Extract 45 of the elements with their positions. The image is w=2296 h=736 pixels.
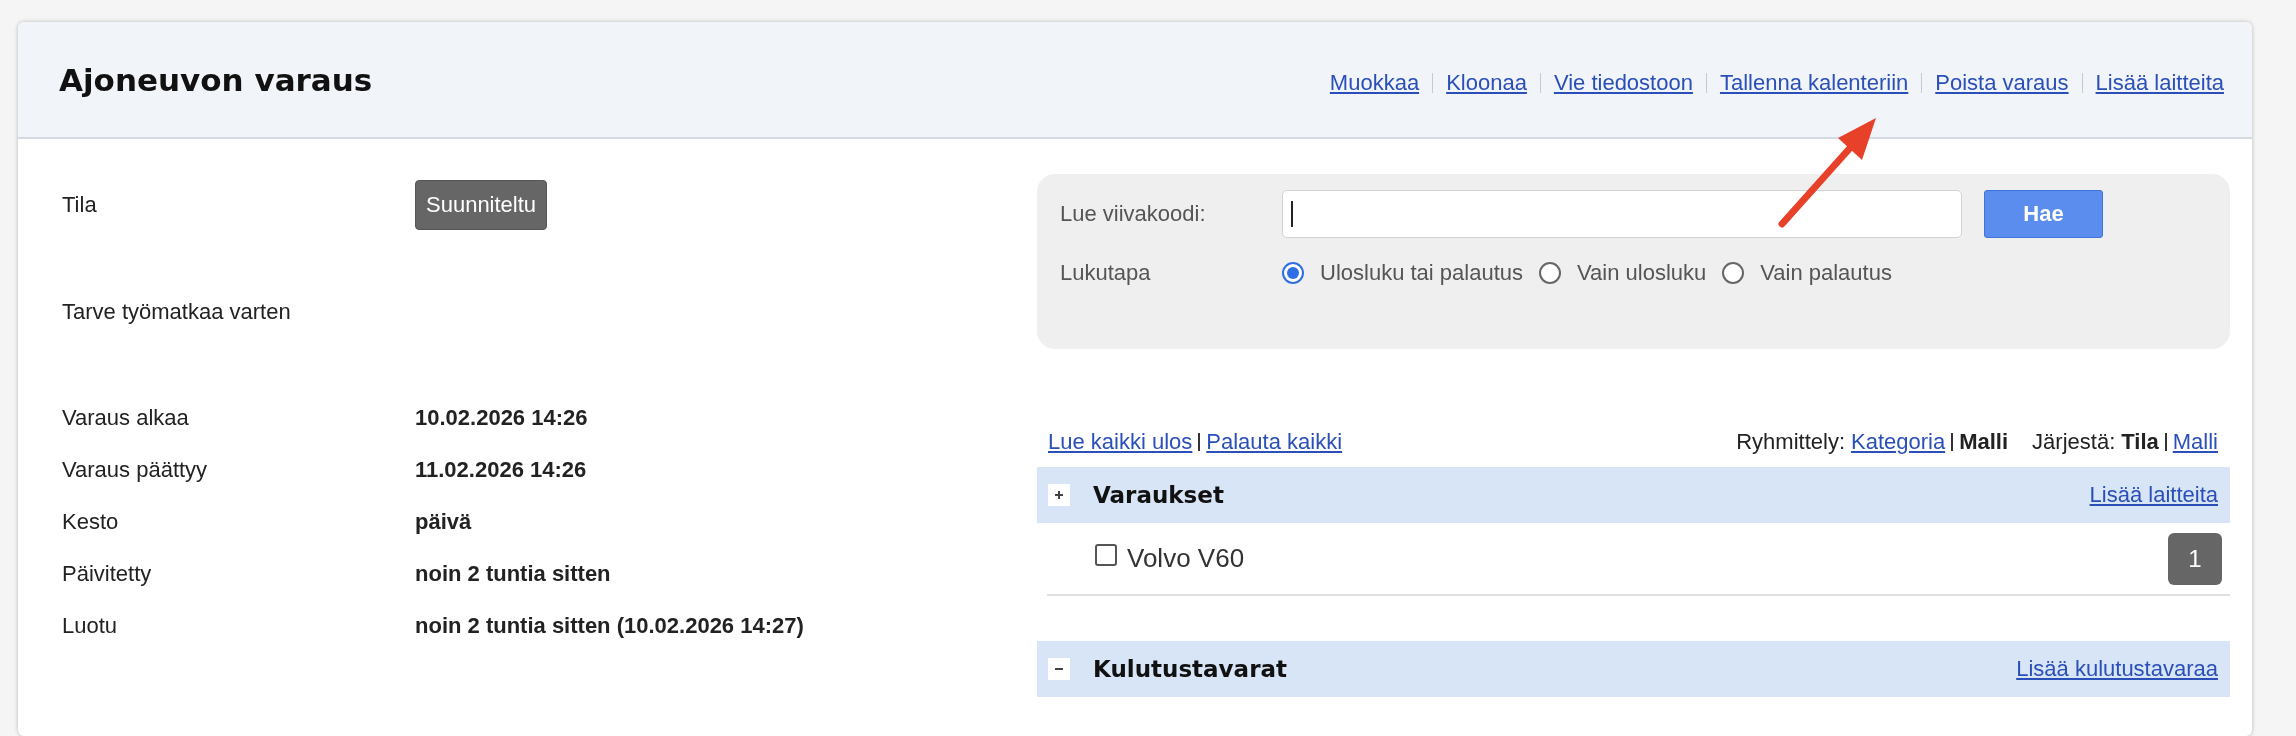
barcode-input-field[interactable] [1282, 190, 1962, 238]
sort-option: Tila [2121, 429, 2159, 455]
field-value: 11.02.2026 14:26 [415, 457, 588, 483]
field-label: Päivitetty [62, 561, 153, 587]
radio-button[interactable] [1282, 262, 1304, 284]
section-title: Varaukset [1093, 482, 1224, 508]
field-label: Luotu [62, 613, 119, 639]
section-action-link[interactable]: Lisää laitteita [2089, 482, 2218, 508]
field-label: Kesto [62, 509, 120, 535]
radio-label[interactable]: Ulosluku tai palautus [1320, 260, 1523, 286]
page-title: Ajoneuvon varaus [59, 61, 373, 98]
field-value: noin 2 tuntia sitten (10.02.2026 14:27) [415, 613, 805, 639]
field-label: Tarve työmatkaa varten [62, 299, 292, 325]
bulk-action-link[interactable]: Palauta kaikki [1206, 429, 1343, 455]
field-label: Varaus alkaa [62, 405, 190, 431]
field-value: 10.02.2026 14:26 [415, 405, 589, 431]
field-value: päivä [415, 509, 473, 535]
header-link[interactable]: Muokkaa [1329, 69, 1420, 96]
status-badge: Suunniteltu [415, 180, 548, 230]
radio-button[interactable] [1722, 262, 1745, 284]
radio-label[interactable]: Vain ulosluku [1577, 260, 1707, 286]
checkbox[interactable] [1095, 543, 1117, 566]
header-link[interactable]: Tallenna kalenteriin [1719, 69, 1909, 96]
header-link[interactable]: Lisää laitteita [2095, 69, 2224, 96]
header-link[interactable]: Poista varaus [1935, 69, 2069, 96]
option-label: Järjestä: [2032, 429, 2116, 455]
radio-label[interactable]: Vain palautus [1760, 260, 1892, 286]
field-label: Lue viivakoodi: [1060, 201, 1207, 227]
item-name: Volvo V60 [1127, 543, 1245, 574]
text-cursor [1291, 201, 1293, 227]
field-label: Tila [62, 192, 98, 218]
group-option[interactable]: Kategoria [1851, 429, 1946, 455]
radio-button[interactable] [1539, 262, 1561, 284]
field-label: Lukutapa [1060, 260, 1152, 286]
bulk-action-link[interactable]: Lue kaikki ulos [1048, 429, 1193, 455]
header-link[interactable]: Kloonaa [1446, 69, 1527, 96]
field-value: noin 2 tuntia sitten [415, 561, 612, 587]
option-label: Ryhmittely: [1736, 429, 1845, 455]
field-label: Varaus päättyy [62, 457, 209, 483]
section-title: Kulutustavarat [1093, 656, 1287, 682]
group-option: Malli [1959, 429, 2009, 455]
section-action-link[interactable]: Lisää kulutustavaraa [2016, 656, 2218, 682]
count-badge: 1 [2168, 532, 2222, 585]
header-link[interactable]: Vie tiedostoon [1553, 69, 1693, 96]
sort-option[interactable]: Malli [2172, 429, 2218, 455]
